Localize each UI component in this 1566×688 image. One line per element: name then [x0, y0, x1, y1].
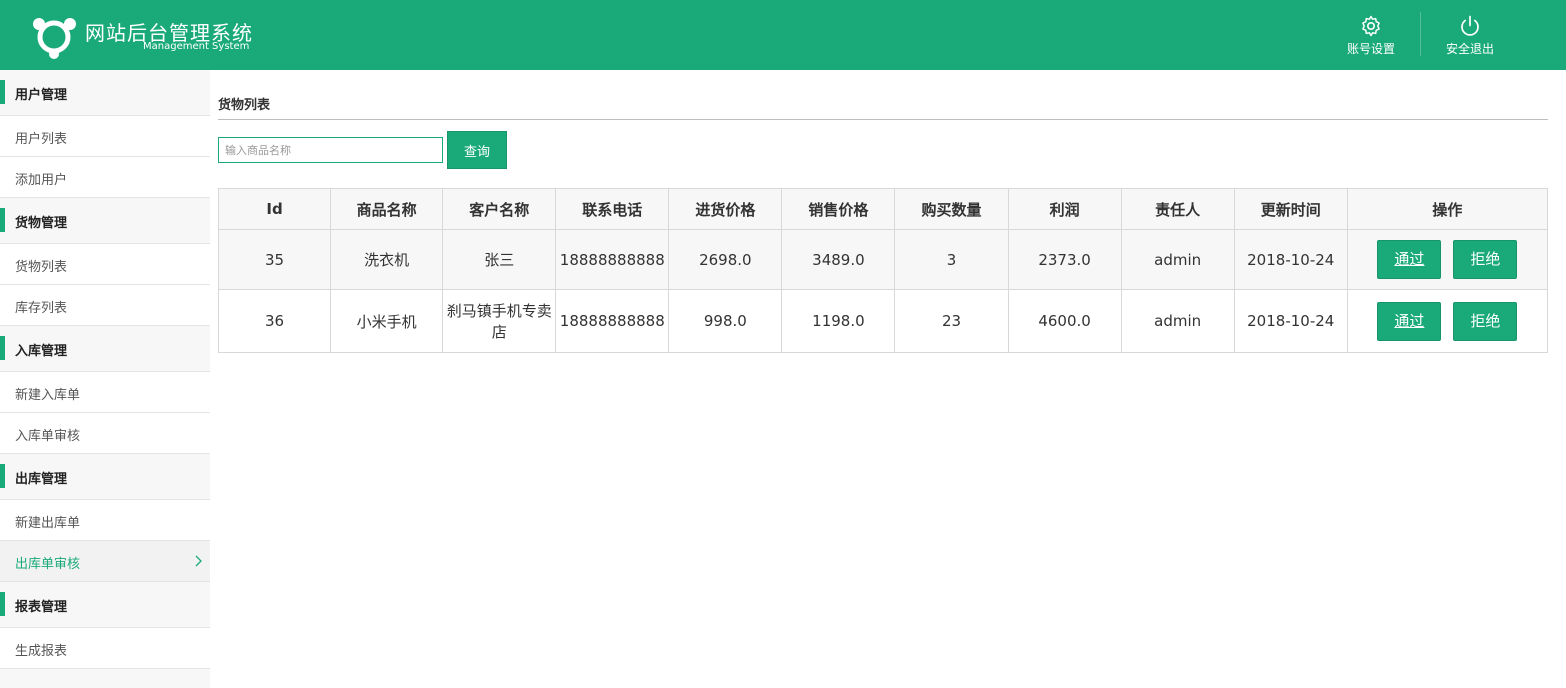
cell-purchase-price: 2698.0 — [668, 229, 783, 290]
title-divider — [218, 119, 1548, 120]
top-header: 网站后台管理系统 Management System 账号设置 安全退出 — [0, 0, 1566, 70]
cell-purchase-price: 998.0 — [668, 289, 783, 353]
sidebar-item-generate-report[interactable]: 生成报表 — [0, 628, 210, 669]
cell-phone: 18888888888 — [555, 229, 670, 290]
column-header: 商品名称 — [330, 188, 444, 230]
cell-updated: 2018-10-24 — [1233, 229, 1348, 290]
gear-icon — [1362, 15, 1380, 37]
column-header: 责任人 — [1120, 188, 1235, 230]
logout-label: 安全退出 — [1445, 42, 1494, 56]
cell-actions: 通过 拒绝 — [1346, 289, 1549, 353]
sidebar-item-label: 出库单审核 — [15, 557, 81, 572]
sidebar-group-label: 出库管理 — [15, 472, 68, 487]
column-header: 客户名称 — [442, 188, 557, 230]
sidebar-group-label: 货物管理 — [15, 216, 68, 231]
table-row: 36 小米手机 刹马镇手机专卖店 18888888888 998.0 1198.… — [217, 289, 1549, 353]
cell-profit: 2373.0 — [1007, 229, 1122, 290]
sidebar-item-add-user[interactable]: 添加用户 — [0, 157, 210, 198]
column-header: 操作 — [1346, 188, 1549, 230]
sidebar-group-user[interactable]: 用户管理 — [0, 70, 210, 116]
account-settings-button[interactable]: 账号设置 — [1321, 14, 1421, 60]
column-header: 利润 — [1007, 188, 1122, 230]
sidebar-item-label: 添加用户 — [15, 173, 68, 188]
column-header: Id — [217, 188, 332, 230]
logo-icon — [33, 18, 76, 59]
sidebar-group-label: 入库管理 — [15, 344, 68, 359]
approve-button[interactable]: 通过 — [1377, 240, 1442, 279]
sidebar-group-label: 报表管理 — [15, 600, 68, 615]
sidebar-group-outbound[interactable]: 出库管理 — [0, 454, 210, 500]
sidebar-item-label: 新建出库单 — [15, 516, 81, 531]
sidebar-item-inbound-review[interactable]: 入库单审核 — [0, 413, 210, 454]
power-icon — [1461, 15, 1479, 36]
cell-product: 洗衣机 — [330, 229, 444, 290]
cell-owner: admin — [1120, 229, 1235, 290]
column-header: 进货价格 — [668, 188, 783, 230]
approve-button[interactable]: 通过 — [1377, 301, 1442, 341]
sidebar-item-stock-list[interactable]: 库存列表 — [0, 285, 210, 326]
sidebar-item-label: 新建入库单 — [15, 388, 81, 403]
cell-updated: 2018-10-24 — [1233, 289, 1348, 353]
cell-phone: 18888888888 — [555, 289, 670, 353]
group-marker — [0, 80, 5, 104]
sidebar-item-label: 用户列表 — [15, 132, 68, 147]
sidebar-item-label: 库存列表 — [15, 301, 68, 316]
sidebar-item-outbound-review[interactable]: 出库单审核 — [0, 541, 210, 582]
group-marker — [0, 592, 5, 616]
cell-quantity: 23 — [894, 289, 1009, 353]
sidebar-group-label: 用户管理 — [15, 88, 68, 103]
sidebar-item-new-inbound[interactable]: 新建入库单 — [0, 372, 210, 413]
cell-actions: 通过 拒绝 — [1346, 229, 1549, 290]
sidebar-group-inbound[interactable]: 入库管理 — [0, 326, 210, 372]
column-header: 购买数量 — [894, 188, 1009, 230]
cell-owner: admin — [1120, 289, 1235, 353]
account-settings-label: 账号设置 — [1346, 42, 1395, 56]
column-header: 销售价格 — [781, 188, 896, 230]
cell-profit: 4600.0 — [1007, 289, 1122, 353]
sidebar-item-goods-list[interactable]: 货物列表 — [0, 244, 210, 285]
sidebar-item-label: 货物列表 — [15, 260, 68, 275]
cell-id: 36 — [217, 289, 332, 353]
reject-button[interactable]: 拒绝 — [1453, 301, 1518, 341]
sidebar: 用户管理 用户列表 添加用户 货物管理 货物列表 库存列表 入库管理 新建入库单… — [0, 70, 210, 688]
page-title: 货物列表 — [218, 98, 271, 113]
table-row: 35 洗衣机 张三 18888888888 2698.0 3489.0 3 23… — [217, 229, 1549, 290]
cell-customer: 刹马镇手机专卖店 — [442, 289, 557, 353]
reject-button[interactable]: 拒绝 — [1453, 240, 1518, 279]
group-marker — [0, 208, 5, 232]
group-marker — [0, 336, 5, 360]
sidebar-item-label: 入库单审核 — [15, 429, 81, 444]
goods-table: Id 商品名称 客户名称 联系电话 进货价格 销售价格 购买数量 利润 责任人 … — [217, 188, 1549, 353]
site-subtitle: Management System — [143, 41, 250, 52]
cell-customer: 张三 — [442, 229, 557, 290]
sidebar-group-goods[interactable]: 货物管理 — [0, 198, 210, 244]
search-input[interactable] — [218, 137, 443, 163]
cell-product: 小米手机 — [330, 289, 444, 353]
logout-button[interactable]: 安全退出 — [1420, 14, 1520, 60]
sidebar-group-report[interactable]: 报表管理 — [0, 582, 210, 628]
column-header: 联系电话 — [555, 188, 670, 230]
sidebar-item-new-outbound[interactable]: 新建出库单 — [0, 500, 210, 541]
sidebar-item-user-list[interactable]: 用户列表 — [0, 116, 210, 157]
sidebar-item-label: 生成报表 — [15, 644, 68, 659]
column-header: 更新时间 — [1233, 188, 1348, 230]
table-header-row: Id 商品名称 客户名称 联系电话 进货价格 销售价格 购买数量 利润 责任人 … — [217, 188, 1549, 230]
search-button[interactable]: 查询 — [447, 131, 507, 169]
cell-sale-price: 3489.0 — [781, 229, 896, 290]
cell-quantity: 3 — [894, 229, 1009, 290]
chevron-right-icon — [195, 555, 202, 567]
group-marker — [0, 464, 5, 488]
cell-id: 35 — [217, 229, 332, 290]
cell-sale-price: 1198.0 — [781, 289, 896, 353]
